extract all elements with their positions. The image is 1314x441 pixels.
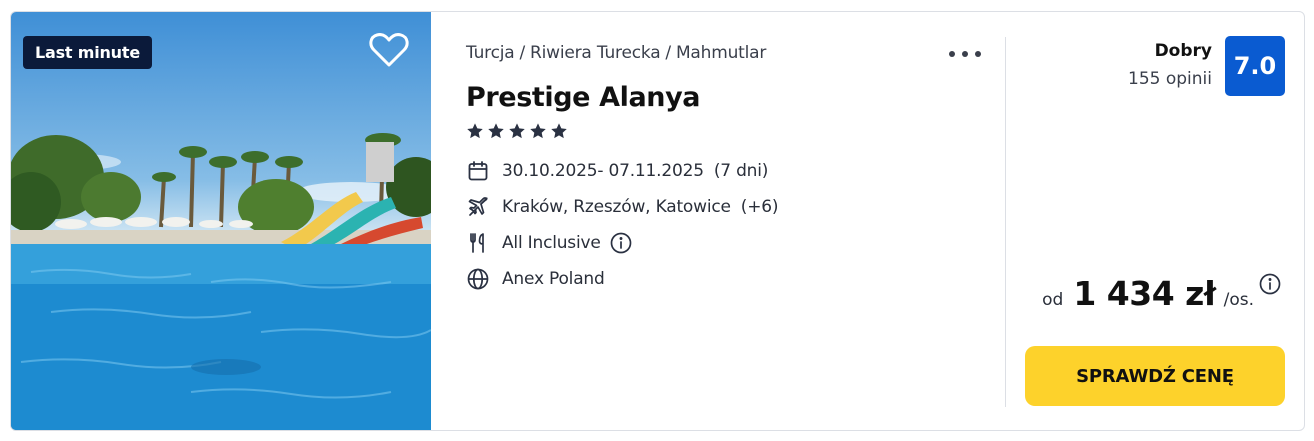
breadcrumb-country[interactable]: Turcja: [466, 43, 515, 63]
departures-row: Kraków, Rzeszów, Katowice (+6): [466, 195, 778, 219]
tour-operator: Anex Poland: [502, 269, 605, 289]
info-icon[interactable]: [609, 231, 633, 255]
breadcrumb-separator: /: [519, 43, 526, 63]
star-icon: [509, 123, 525, 139]
price-amount: 1 434 zł: [1073, 274, 1216, 313]
board-type: All Inclusive: [502, 233, 601, 253]
info-icon[interactable]: [1258, 272, 1282, 296]
trip-duration: (7 dni): [713, 161, 769, 181]
breadcrumb: Turcja / Riwiera Turecka / Mahmutlar: [466, 43, 766, 63]
hotel-photo[interactable]: Last minute: [11, 12, 431, 430]
star-icon: [530, 123, 546, 139]
heart-icon[interactable]: [369, 32, 409, 68]
offer-info: Turcja / Riwiera Turecka / Mahmutlar Prestig…: [466, 12, 986, 430]
board-row: All Inclusive: [466, 231, 633, 255]
price-prefix: od: [1042, 290, 1064, 310]
breadcrumb-city[interactable]: Mahmutlar: [676, 43, 766, 63]
rating-label: Dobry: [1154, 41, 1212, 61]
price: od 1 434 zł /os.: [1042, 272, 1282, 313]
departure-cities: Kraków, Rzeszów, Katowice: [502, 197, 731, 217]
star-icon: [488, 123, 504, 139]
star-icon: [467, 123, 483, 139]
star-rating: [466, 122, 568, 140]
pool-image: [11, 133, 431, 430]
breadcrumb-region[interactable]: Riwiera Turecka: [530, 43, 661, 63]
dates-row: 30.10.2025- 07.11.2025 (7 dni): [466, 159, 768, 183]
hotel-name[interactable]: Prestige Alanya: [466, 82, 701, 113]
offer-card: Last minute Turcja / Riwiera Turecka / Mahmu…: [10, 11, 1305, 431]
star-icon: [551, 123, 567, 139]
more-icon[interactable]: [949, 42, 981, 66]
column-divider: [1005, 37, 1006, 407]
travel-dates: 30.10.2025- 07.11.2025: [502, 161, 704, 181]
globe-icon: [466, 267, 490, 291]
utensils-icon: [466, 231, 490, 255]
last-minute-badge: Last minute: [23, 36, 152, 69]
price-unit: /os.: [1223, 290, 1254, 310]
check-price-button[interactable]: SPRAWDŹ CENĘ: [1025, 346, 1285, 406]
rating-score: 7.0: [1225, 36, 1285, 96]
departure-more[interactable]: (+6): [741, 197, 779, 217]
operator-row: Anex Poland: [466, 267, 605, 291]
reviews-count[interactable]: 155 opinii: [1128, 69, 1212, 89]
plane-icon: [466, 195, 490, 219]
breadcrumb-separator: /: [665, 43, 671, 63]
calendar-icon: [466, 159, 490, 183]
